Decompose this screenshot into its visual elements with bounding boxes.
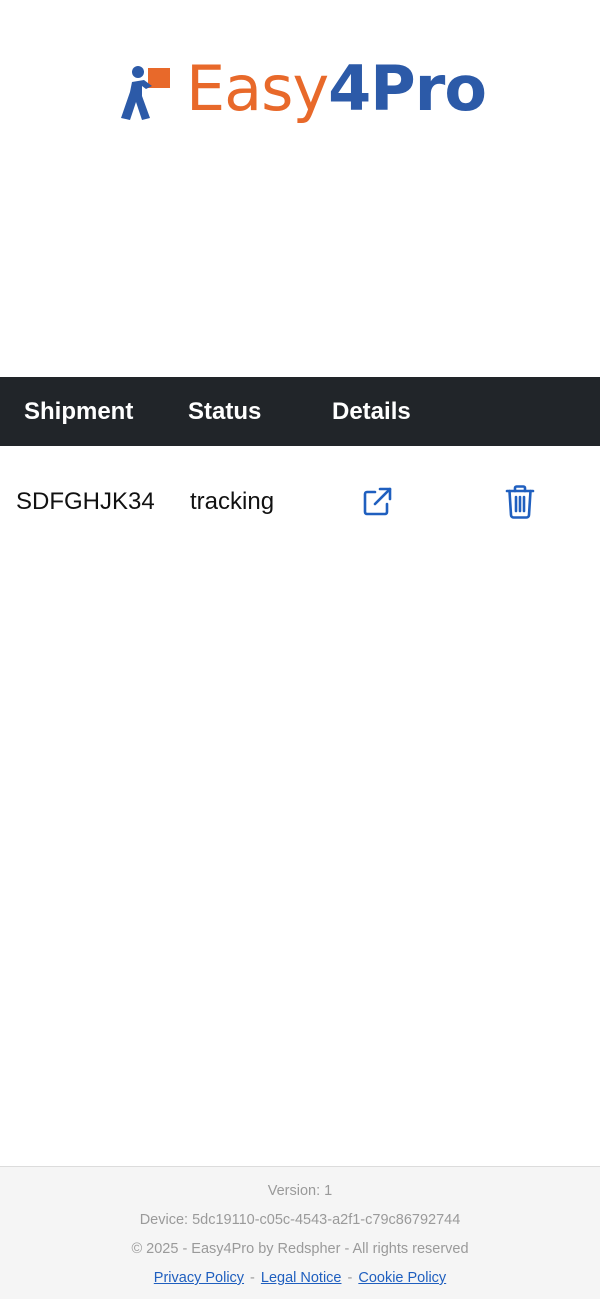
shipment-id: SDFGHJK34	[16, 488, 155, 515]
shipment-status: tracking	[190, 488, 275, 515]
link-separator: -	[347, 1270, 353, 1286]
device-id: Device: 5dc19110-c05c-4543-a2f1-c79c8679…	[139, 1212, 461, 1228]
trash-icon	[505, 485, 535, 519]
table-header: Shipment Status Details	[0, 377, 600, 446]
privacy-policy-link[interactable]: Privacy Policy	[154, 1270, 244, 1286]
column-header-status: Status	[188, 398, 262, 425]
footer: Version: 1 Device: 5dc19110-c05c-4543-a2…	[0, 1166, 600, 1299]
app-version: Version: 1	[267, 1183, 333, 1199]
cookie-policy-link[interactable]: Cookie Policy	[358, 1270, 446, 1286]
delete-shipment-button[interactable]	[502, 484, 538, 520]
logo-text-easy: Easy	[186, 52, 329, 125]
logo-wordmark: Easy4Pro	[186, 58, 487, 120]
logo-text-pro: 4Pro	[328, 52, 487, 125]
external-link-icon	[363, 487, 392, 516]
column-header-details: Details	[332, 398, 411, 425]
delivery-person-icon	[118, 62, 174, 122]
legal-notice-link[interactable]: Legal Notice	[261, 1270, 342, 1286]
table-row: SDFGHJK34 tracking	[0, 446, 600, 558]
link-separator: -	[250, 1270, 255, 1286]
footer-links: Privacy Policy - Legal Notice - Cookie Polic…	[0, 1269, 600, 1287]
copyright: © 2025 - Easy4Pro by Redspher - All righ…	[131, 1241, 469, 1257]
column-header-shipment: Shipment	[24, 398, 134, 425]
open-details-button[interactable]	[359, 484, 395, 520]
page: Easy4Pro Shipment Status Details SDFGHJK…	[0, 0, 600, 1299]
app-logo: Easy4Pro	[118, 52, 487, 132]
